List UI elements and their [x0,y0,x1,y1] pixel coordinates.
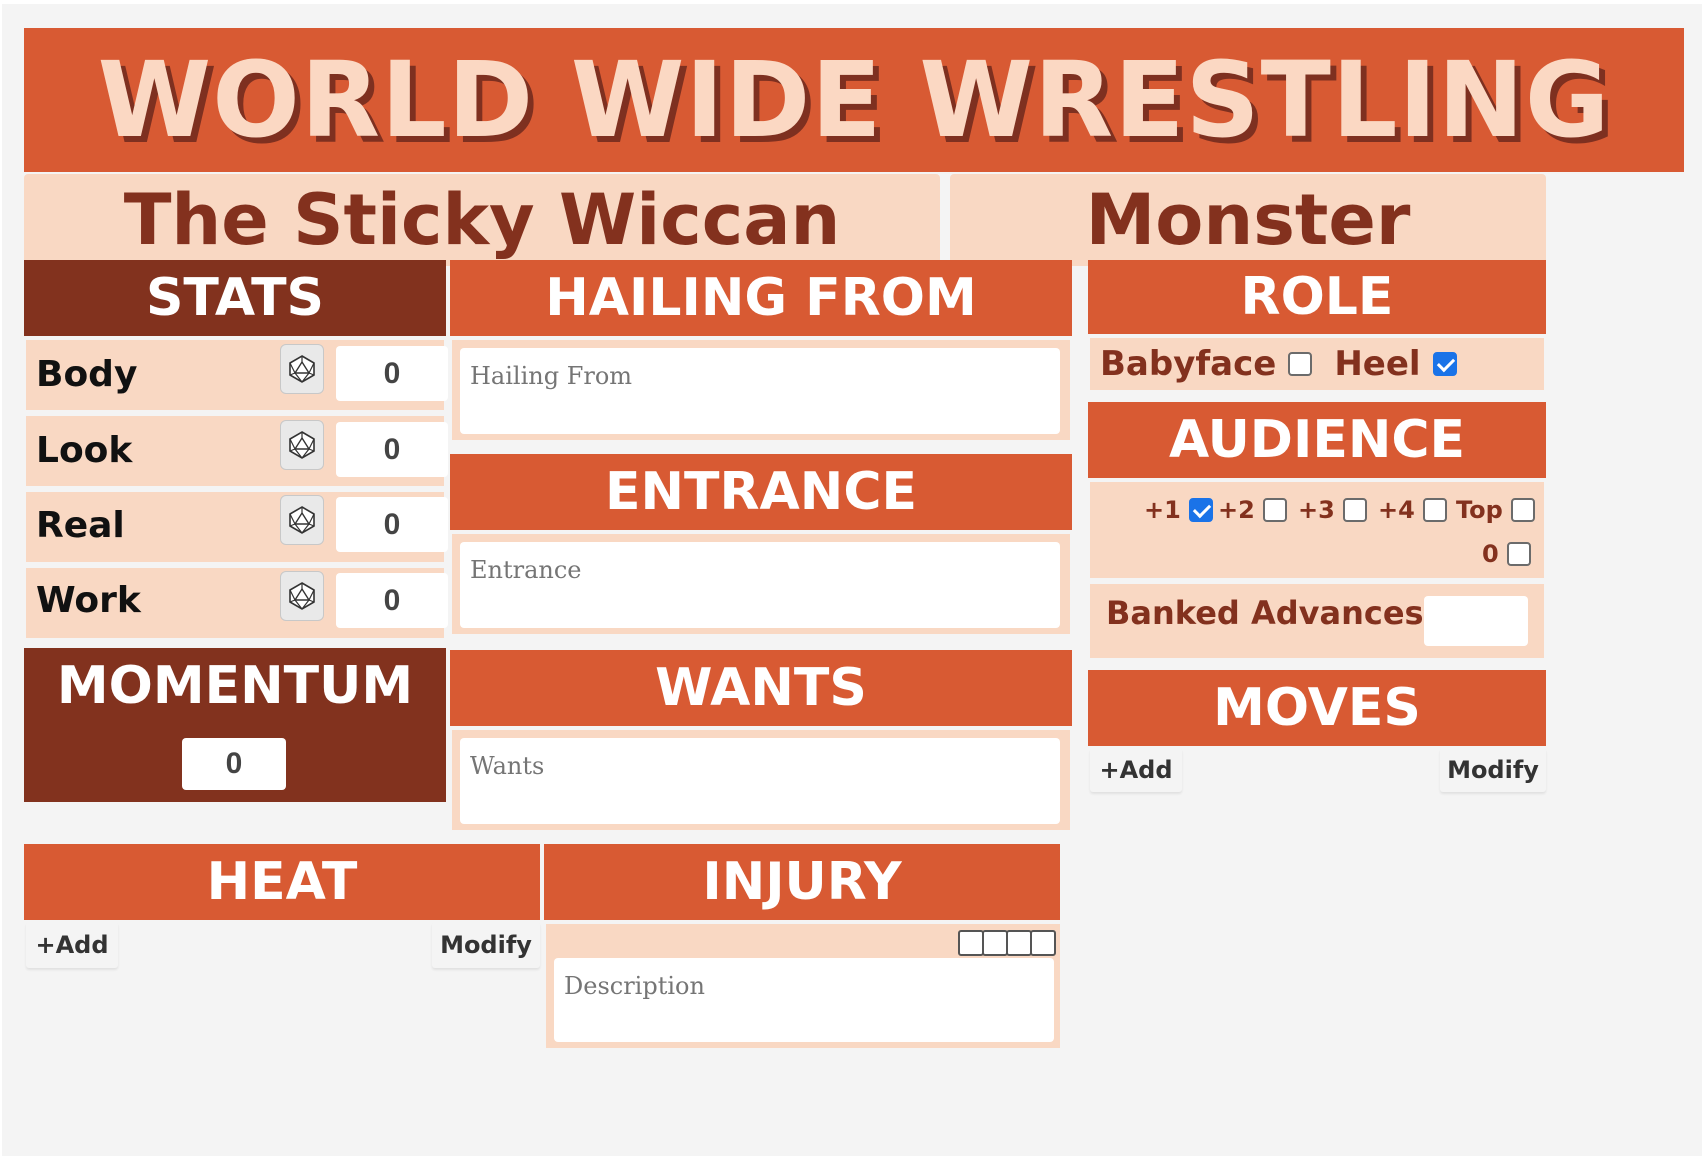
injury-box[interactable] [982,930,1008,956]
stats-header: STATS [24,260,446,336]
gimmick-name: Monster [1085,179,1411,261]
injury-track [958,930,1056,956]
injury-header: INJURY [544,844,1060,920]
entrance-placeholder: Entrance [470,556,582,584]
injury-description-placeholder: Description [564,972,705,1000]
heat-add-button[interactable]: +Add [26,922,118,968]
audience-option-label: 0 [1482,540,1499,568]
audience-checkbox[interactable] [1342,498,1367,522]
look-roll-button[interactable] [280,420,324,470]
injury-description-input[interactable]: Description [554,958,1054,1042]
heel-checkbox[interactable] [1432,352,1457,376]
audience-option-label: +3 [1298,496,1335,524]
look-input[interactable]: 0 [336,422,448,477]
d20-dice-icon [289,506,315,534]
audience-option-4[interactable]: +4 [1378,496,1447,524]
babyface-checkbox[interactable] [1288,352,1313,376]
banner-title: WORLD WIDE WRESTLING [97,39,1611,161]
audience-checkbox[interactable] [1510,498,1535,522]
momentum-header-label: MOMENTUM [56,656,414,716]
wants-placeholder: Wants [470,752,545,780]
wants-header: WANTS [450,650,1072,726]
character-name-field[interactable]: The Sticky Wiccan [24,174,940,266]
audience-option-label: +2 [1218,496,1255,524]
hailing-from-header-label: HAILING FROM [545,268,977,328]
work-input[interactable]: 0 [336,573,448,628]
banked-advances-input[interactable] [1424,596,1528,646]
injury-box[interactable] [1006,930,1032,956]
audience-header: AUDIENCE [1088,402,1546,478]
audience-option-2[interactable]: +2 [1218,496,1287,524]
injury-header-label: INJURY [702,852,902,912]
heat-header-label: HEAT [206,852,358,912]
d20-dice-icon [289,582,315,610]
character-name: The Sticky Wiccan [123,179,841,261]
babyface-label: Babyface [1100,344,1277,384]
audience-option-top[interactable]: Top [1456,496,1535,524]
role-header: ROLE [1088,260,1546,334]
wants-header-label: WANTS [655,658,867,718]
real-roll-button[interactable] [280,495,324,545]
moves-add-button[interactable]: +Add [1090,748,1182,792]
role-header-label: ROLE [1240,267,1394,327]
audience-option-0[interactable]: 0 [1482,540,1531,568]
moves-header-label: MOVES [1213,678,1421,738]
role-options: Babyface Heel [1100,344,1457,384]
heat-modify-button[interactable]: Modify [432,922,540,968]
audience-checkbox[interactable] [1262,498,1287,522]
audience-option-label: +4 [1378,496,1415,524]
audience-header-label: AUDIENCE [1168,410,1466,470]
injury-box[interactable] [958,930,984,956]
hailing-from-header: HAILING FROM [450,260,1072,336]
moves-header: MOVES [1088,670,1546,746]
work-roll-button[interactable] [280,571,324,621]
stat-label-look: Look [36,430,133,471]
audience-option-1[interactable]: +1 [1144,496,1213,524]
stats-header-label: STATS [145,268,324,328]
body-input[interactable]: 0 [336,346,448,401]
audience-checkbox[interactable] [1506,542,1531,566]
momentum-input[interactable]: 0 [182,738,286,790]
stat-label-body: Body [36,354,138,395]
body-roll-button[interactable] [280,344,324,394]
gimmick-field[interactable]: Monster [950,174,1546,266]
title-banner: WORLD WIDE WRESTLING [24,28,1684,172]
real-input[interactable]: 0 [336,497,448,552]
d20-dice-icon [289,431,315,459]
audience-option-3[interactable]: +3 [1298,496,1367,524]
heat-header: HEAT [24,844,540,920]
d20-dice-icon [289,355,315,383]
injury-box[interactable] [1030,930,1056,956]
entrance-header: ENTRANCE [450,454,1072,530]
hailing-from-input[interactable]: Hailing From [460,348,1060,434]
hailing-from-placeholder: Hailing From [470,362,633,390]
audience-checkbox[interactable] [1422,498,1447,522]
entrance-input[interactable]: Entrance [460,542,1060,628]
entrance-header-label: ENTRANCE [605,462,917,522]
wants-input[interactable]: Wants [460,738,1060,824]
banked-advances-label: Banked Advances [1106,594,1424,632]
audience-checkbox[interactable] [1188,498,1213,522]
audience-option-label: Top [1456,496,1503,524]
stat-label-work: Work [36,580,141,621]
stat-label-real: Real [36,505,125,546]
audience-option-label: +1 [1144,496,1181,524]
heel-label: Heel [1334,344,1421,384]
character-sheet: WORLD WIDE WRESTLING The Sticky Wiccan M… [2,4,1702,1156]
moves-modify-button[interactable]: Modify [1440,748,1546,792]
